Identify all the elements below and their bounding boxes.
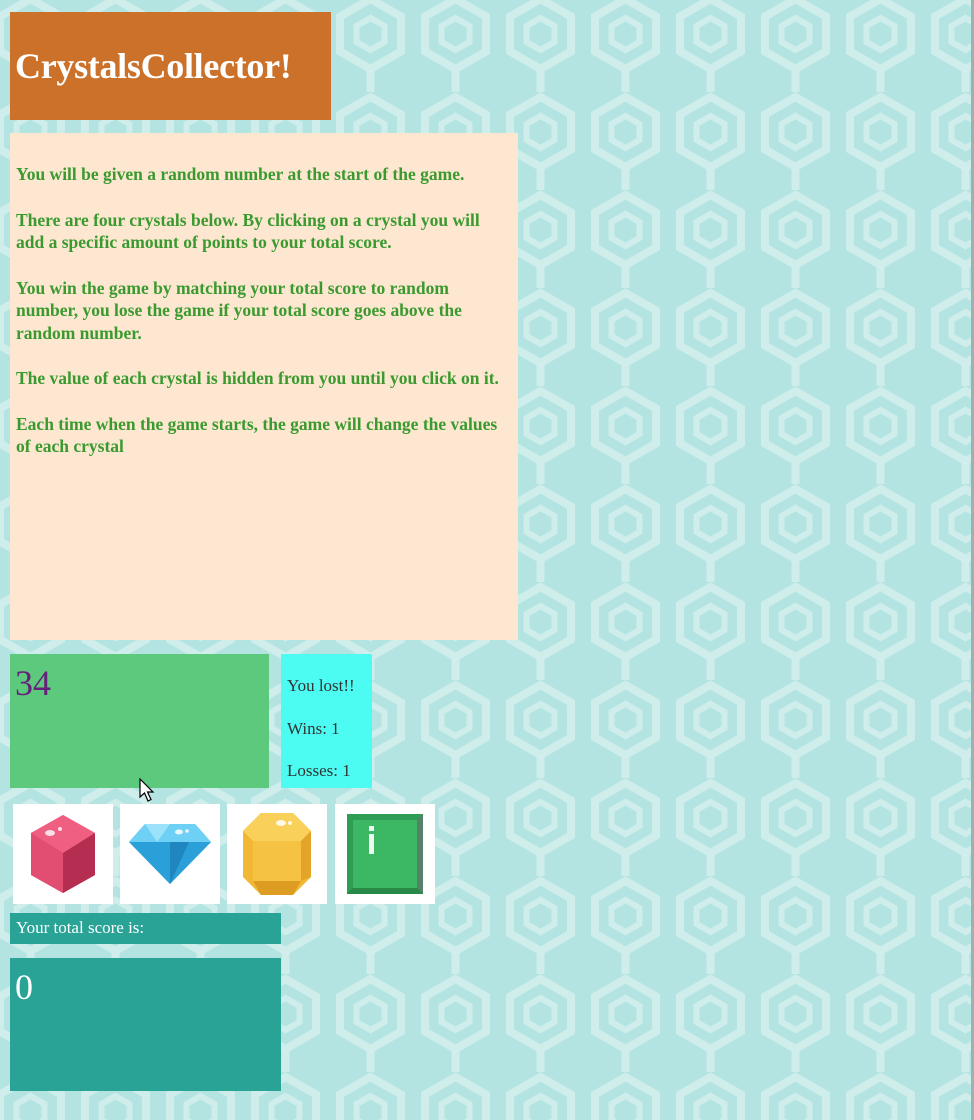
mouse-cursor-icon xyxy=(139,778,155,802)
rule-paragraph: You win the game by matching your total … xyxy=(16,277,462,343)
losses-counter: Losses: 1 xyxy=(287,761,351,780)
crystal-button-yellow[interactable] xyxy=(227,804,327,904)
rule-paragraph: Each time when the game starts, the game… xyxy=(16,413,498,457)
crystal-button-green[interactable] xyxy=(335,804,435,904)
total-score-label: Your total score is: xyxy=(16,918,145,937)
green-square-gem-icon xyxy=(347,814,423,894)
rule-paragraph: There are four crystals below. By clicki… xyxy=(16,209,480,253)
random-number-panel: 34 xyxy=(10,654,269,788)
total-score-label-bar: Your total score is: xyxy=(10,913,281,944)
total-score-panel: 0 xyxy=(10,958,281,1091)
title-banner: CrystalsCollector! xyxy=(10,12,331,120)
game-title: CrystalsCollector! xyxy=(15,46,292,86)
total-score-value: 0 xyxy=(15,967,33,1007)
result-message: You lost!! xyxy=(287,676,355,695)
red-hexagon-gem-icon xyxy=(31,815,95,893)
rule-paragraph: The value of each crystal is hidden from… xyxy=(16,368,499,388)
random-number-value: 34 xyxy=(15,663,51,703)
instructions-panel: You will be given a random number at the… xyxy=(10,133,518,640)
wins-counter: Wins: 1 xyxy=(287,718,340,738)
rule-paragraph: You will be given a random number at the… xyxy=(16,164,465,184)
game-status-panel: You lost!! Wins: 1 Losses: 1 xyxy=(281,654,372,788)
crystal-button-blue[interactable] xyxy=(120,804,220,904)
blue-diamond-gem-icon xyxy=(129,824,211,884)
crystal-button-red[interactable] xyxy=(13,804,113,904)
yellow-octagon-gem-icon xyxy=(243,813,311,895)
